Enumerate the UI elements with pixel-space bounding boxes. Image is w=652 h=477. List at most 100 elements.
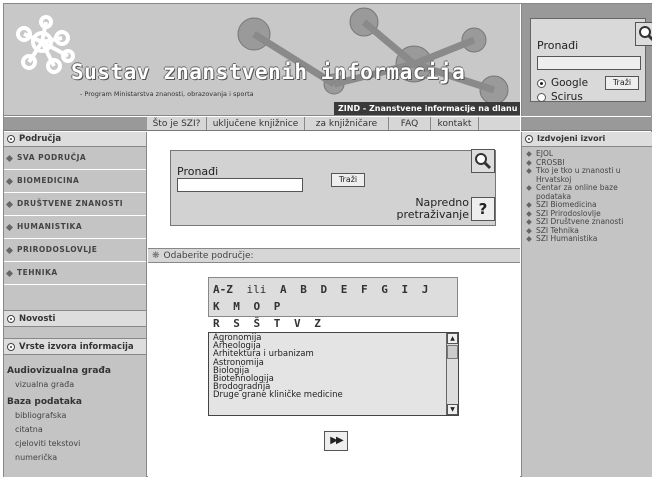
featured-list: EJOL CROSBI Tko je tko u znanosti u Hrva…	[522, 147, 652, 244]
diamond-icon	[526, 210, 532, 217]
left-sidebar: Područja SVA PODRUČJA BIOMEDICINA DRUŠTV…	[4, 132, 147, 477]
site-title[interactable]: Sustav znanstvenih informacija	[71, 60, 465, 84]
alpha-letter[interactable]: G	[381, 283, 388, 296]
alpha-letter[interactable]: Z	[314, 317, 321, 330]
alpha-letter[interactable]: Š	[254, 317, 261, 330]
external-search-panel: Pronađi Google Scirus Traži	[521, 4, 652, 116]
area-technology[interactable]: TEHNIKA	[4, 262, 146, 285]
radio-scirus[interactable]: Scirus	[537, 91, 583, 103]
sidebar-spacer	[4, 327, 146, 339]
group-heading-audiovisual[interactable]: Audiovizualna građa	[4, 365, 146, 378]
alpha-letter[interactable]: V	[294, 317, 301, 330]
page-frame: Sustav znanstvenih informacija - Program…	[3, 3, 652, 477]
featured-item[interactable]: Tko je tko u znanosti u Hrvatskoj	[525, 166, 651, 184]
external-search-label: Pronađi	[537, 39, 579, 52]
choose-area-label: Odaberite područje:	[163, 251, 254, 261]
nav-included-libraries[interactable]: uključene knjižnice	[207, 117, 305, 130]
group-item-visual[interactable]: vizualna građa	[4, 378, 146, 392]
help-button[interactable]: ?	[471, 197, 495, 221]
alpha-letter[interactable]: R	[213, 317, 220, 330]
area-label: DRUŠTVENE ZNANOSTI	[17, 199, 124, 208]
news-heading[interactable]: Novosti	[4, 311, 146, 327]
alpha-letter[interactable]: K	[213, 300, 220, 313]
magnifier-icon	[471, 149, 495, 173]
advanced-search-link[interactable]: Napredno pretraživanje	[359, 197, 469, 221]
catalog-search-box: Pronađi Traži Napredno pretraživanje ?	[170, 149, 496, 226]
news-heading-label: Novosti	[19, 313, 56, 324]
featured-item-label: Centar za online baze podataka	[536, 183, 618, 201]
search-input[interactable]	[177, 178, 303, 192]
left-bar-top	[4, 117, 147, 131]
diamond-icon	[5, 200, 14, 208]
diamond-icon	[5, 246, 14, 254]
list-scrollbar[interactable]: ▲ ▼	[446, 333, 458, 415]
group-item-bibliographic[interactable]: bibliografska	[4, 409, 146, 423]
external-search-box: Pronađi Google Scirus Traži	[530, 18, 652, 103]
area-all[interactable]: SVA PODRUČJA	[4, 147, 146, 170]
alpha-letter[interactable]: E	[341, 283, 348, 296]
area-humanities[interactable]: HUMANISTIKA	[4, 216, 146, 239]
featured-heading: Izdvojeni izvori	[522, 132, 652, 147]
area-listbox[interactable]: Agronomija Arheologija Arhitektura i urb…	[208, 332, 459, 416]
alpha-letter[interactable]: P	[274, 300, 281, 313]
featured-item[interactable]: SZI Humanistika	[525, 234, 651, 244]
site-header: Sustav znanstvenih informacija - Program…	[4, 4, 520, 116]
diamond-icon	[5, 223, 14, 231]
scroll-down-icon[interactable]: ▼	[447, 404, 458, 415]
area-label: SVA PODRUČJA	[17, 153, 87, 162]
group-item-fulltext[interactable]: cjeloviti tekstovi	[4, 437, 146, 451]
radio-icon	[537, 92, 546, 102]
nav-what-is-szi[interactable]: Što je SZI?	[147, 117, 207, 130]
featured-heading-label: Izdvojeni izvori	[537, 134, 606, 143]
external-search-input[interactable]	[537, 56, 641, 70]
nav-for-librarians[interactable]: za knjižničare	[305, 117, 389, 130]
source-types-heading-label: Vrste izvora informacija	[19, 341, 134, 352]
group-heading-databases[interactable]: Baza podataka	[4, 396, 146, 409]
source-types-heading: Vrste izvora informacija	[4, 339, 146, 355]
area-label: BIOMEDICINA	[17, 176, 80, 185]
diamond-icon	[526, 202, 532, 208]
external-search-button[interactable]: Traži	[605, 76, 639, 90]
go-button[interactable]: ▶▶	[324, 431, 348, 451]
radio-google-label: Google	[551, 77, 589, 89]
zind-link[interactable]: ZIND - Znanstvene informacije na dlanu	[334, 102, 520, 115]
search-label: Pronađi	[177, 165, 219, 178]
list-item[interactable]: Astronomija	[213, 358, 454, 367]
scroll-thumb[interactable]	[447, 345, 458, 359]
right-bar-top	[521, 117, 652, 131]
group-item-citation[interactable]: citatna	[4, 423, 146, 437]
diamond-icon	[5, 154, 14, 162]
alpha-letter[interactable]: F	[361, 283, 368, 296]
alpha-letter[interactable]: D	[321, 283, 328, 296]
alpha-letter[interactable]: J	[422, 283, 429, 296]
areas-heading-label: Područja	[19, 134, 62, 144]
group-item-numeric[interactable]: numerička	[4, 451, 146, 465]
alphabet-index: A-Z ili A B D E F G I J K M O P R S Š T …	[208, 277, 458, 330]
sidebar-spacer	[4, 285, 146, 311]
area-biomedicine[interactable]: BIOMEDICINA	[4, 170, 146, 193]
nav-faq[interactable]: FAQ	[389, 117, 431, 130]
right-sidebar: Izdvojeni izvori EJOL CROSBI Tko je tko …	[521, 132, 652, 477]
bullet-icon	[7, 314, 15, 323]
list-item[interactable]: Druge grane kliničke medicine	[213, 391, 454, 400]
top-nav: Što je SZI? uključene knjižnice za knjiž…	[147, 117, 520, 131]
area-social-sciences[interactable]: DRUŠTVENE ZNANOSTI	[4, 193, 146, 216]
diamond-icon	[526, 236, 532, 242]
radio-google[interactable]: Google	[537, 77, 588, 89]
alpha-letter[interactable]: B	[300, 283, 307, 296]
alpha-letter[interactable]: A	[280, 283, 287, 296]
alpha-az[interactable]: A-Z	[213, 283, 233, 296]
magnifier-icon	[635, 22, 652, 46]
radio-selected-icon	[537, 78, 546, 88]
alpha-letter[interactable]: O	[254, 300, 261, 313]
alpha-letter[interactable]: I	[402, 283, 409, 296]
alpha-letter[interactable]: S	[233, 317, 240, 330]
alpha-letter[interactable]: T	[274, 317, 281, 330]
nav-contact[interactable]: kontakt	[431, 117, 479, 130]
scroll-up-icon[interactable]: ▲	[447, 333, 458, 344]
search-button[interactable]: Traži	[331, 173, 365, 187]
featured-item[interactable]: Centar za online baze podataka	[525, 183, 651, 201]
diamond-icon	[526, 219, 532, 225]
area-natural-sciences[interactable]: PRIRODOSLOVLJE	[4, 239, 146, 262]
alpha-letter[interactable]: M	[233, 300, 240, 313]
